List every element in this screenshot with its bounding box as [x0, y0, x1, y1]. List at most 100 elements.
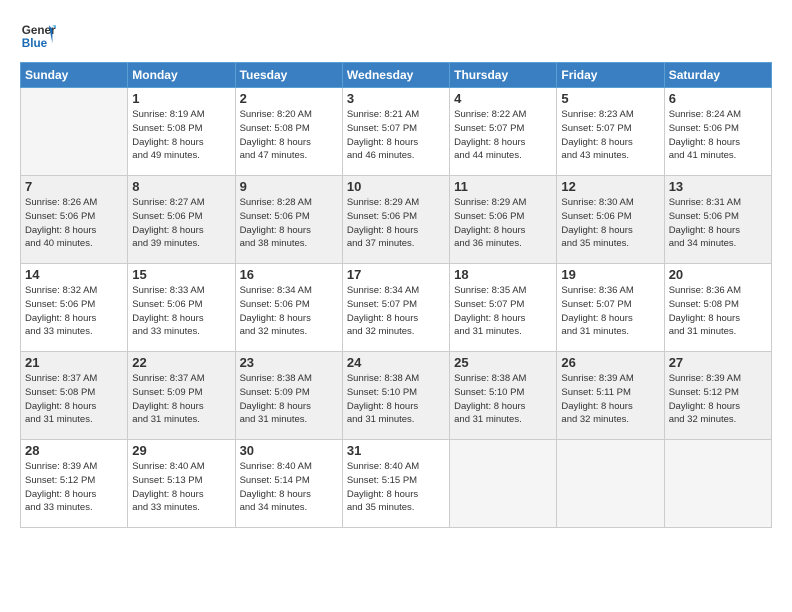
- day-info: Sunrise: 8:39 AM Sunset: 5:12 PM Dayligh…: [669, 372, 767, 427]
- day-number: 1: [132, 91, 230, 106]
- calendar-cell: 2 Sunrise: 8:20 AM Sunset: 5:08 PM Daylig…: [235, 88, 342, 176]
- day-info: Sunrise: 8:28 AM Sunset: 5:06 PM Dayligh…: [240, 196, 338, 251]
- calendar-cell: 5 Sunrise: 8:23 AM Sunset: 5:07 PM Daylig…: [557, 88, 664, 176]
- day-number: 27: [669, 355, 767, 370]
- day-number: 8: [132, 179, 230, 194]
- weekday-header-row: SundayMondayTuesdayWednesdayThursdayFrid…: [21, 63, 772, 88]
- day-number: 23: [240, 355, 338, 370]
- calendar-cell: [664, 440, 771, 528]
- calendar-cell: 24Sunrise: 8:38 AM Sunset: 5:10 PM Dayli…: [342, 352, 449, 440]
- calendar-cell: 12Sunrise: 8:30 AM Sunset: 5:06 PM Dayli…: [557, 176, 664, 264]
- day-number: 28: [25, 443, 123, 458]
- day-number: 5: [561, 91, 659, 106]
- day-number: 20: [669, 267, 767, 282]
- day-info: Sunrise: 8:36 AM Sunset: 5:08 PM Dayligh…: [669, 284, 767, 339]
- day-info: Sunrise: 8:32 AM Sunset: 5:06 PM Dayligh…: [25, 284, 123, 339]
- logo: General Blue: [20, 18, 56, 54]
- day-number: 16: [240, 267, 338, 282]
- day-number: 30: [240, 443, 338, 458]
- weekday-header: Sunday: [21, 63, 128, 88]
- calendar-cell: 28Sunrise: 8:39 AM Sunset: 5:12 PM Dayli…: [21, 440, 128, 528]
- calendar-cell: 9 Sunrise: 8:28 AM Sunset: 5:06 PM Daylig…: [235, 176, 342, 264]
- day-number: 25: [454, 355, 552, 370]
- day-info: Sunrise: 8:40 AM Sunset: 5:14 PM Dayligh…: [240, 460, 338, 515]
- day-info: Sunrise: 8:33 AM Sunset: 5:06 PM Dayligh…: [132, 284, 230, 339]
- day-info: Sunrise: 8:37 AM Sunset: 5:09 PM Dayligh…: [132, 372, 230, 427]
- calendar-cell: 25 Sunrise: 8:38 AM Sunset: 5:10 PM Dayli…: [450, 352, 557, 440]
- calendar-cell: 10 Sunrise: 8:29 AM Sunset: 5:06 PM Dayli…: [342, 176, 449, 264]
- calendar-cell: 14Sunrise: 8:32 AM Sunset: 5:06 PM Dayli…: [21, 264, 128, 352]
- day-number: 22: [132, 355, 230, 370]
- day-number: 11: [454, 179, 552, 194]
- day-number: 17: [347, 267, 445, 282]
- calendar-cell: 1 Sunrise: 8:19 AM Sunset: 5:08 PM Daylig…: [128, 88, 235, 176]
- calendar-cell: [450, 440, 557, 528]
- day-number: 2: [240, 91, 338, 106]
- day-info: Sunrise: 8:39 AM Sunset: 5:11 PM Dayligh…: [561, 372, 659, 427]
- day-info: Sunrise: 8:40 AM Sunset: 5:15 PM Dayligh…: [347, 460, 445, 515]
- day-info: Sunrise: 8:19 AM Sunset: 5:08 PM Dayligh…: [132, 108, 230, 163]
- day-info: Sunrise: 8:20 AM Sunset: 5:08 PM Dayligh…: [240, 108, 338, 163]
- calendar-cell: 13 Sunrise: 8:31 AM Sunset: 5:06 PM Dayli…: [664, 176, 771, 264]
- day-info: Sunrise: 8:35 AM Sunset: 5:07 PM Dayligh…: [454, 284, 552, 339]
- calendar-cell: 11Sunrise: 8:29 AM Sunset: 5:06 PM Dayli…: [450, 176, 557, 264]
- weekday-header: Friday: [557, 63, 664, 88]
- calendar-week-row: 28Sunrise: 8:39 AM Sunset: 5:12 PM Dayli…: [21, 440, 772, 528]
- day-info: Sunrise: 8:34 AM Sunset: 5:07 PM Dayligh…: [347, 284, 445, 339]
- calendar-cell: [21, 88, 128, 176]
- calendar-cell: 3 Sunrise: 8:21 AM Sunset: 5:07 PM Daylig…: [342, 88, 449, 176]
- day-number: 3: [347, 91, 445, 106]
- day-info: Sunrise: 8:31 AM Sunset: 5:06 PM Dayligh…: [669, 196, 767, 251]
- day-number: 6: [669, 91, 767, 106]
- day-number: 29: [132, 443, 230, 458]
- day-info: Sunrise: 8:27 AM Sunset: 5:06 PM Dayligh…: [132, 196, 230, 251]
- calendar-cell: 27 Sunrise: 8:39 AM Sunset: 5:12 PM Dayli…: [664, 352, 771, 440]
- day-info: Sunrise: 8:29 AM Sunset: 5:06 PM Dayligh…: [347, 196, 445, 251]
- day-info: Sunrise: 8:26 AM Sunset: 5:06 PM Dayligh…: [25, 196, 123, 251]
- calendar-cell: 26 Sunrise: 8:39 AM Sunset: 5:11 PM Dayli…: [557, 352, 664, 440]
- day-info: Sunrise: 8:21 AM Sunset: 5:07 PM Dayligh…: [347, 108, 445, 163]
- calendar-cell: 31 Sunrise: 8:40 AM Sunset: 5:15 PM Dayli…: [342, 440, 449, 528]
- calendar-cell: 16 Sunrise: 8:34 AM Sunset: 5:06 PM Dayli…: [235, 264, 342, 352]
- day-number: 21: [25, 355, 123, 370]
- logo-icon: General Blue: [20, 18, 56, 54]
- calendar-cell: 22 Sunrise: 8:37 AM Sunset: 5:09 PM Dayli…: [128, 352, 235, 440]
- calendar-week-row: 21Sunrise: 8:37 AM Sunset: 5:08 PM Dayli…: [21, 352, 772, 440]
- weekday-header: Monday: [128, 63, 235, 88]
- weekday-header: Thursday: [450, 63, 557, 88]
- day-info: Sunrise: 8:38 AM Sunset: 5:10 PM Dayligh…: [454, 372, 552, 427]
- day-number: 24: [347, 355, 445, 370]
- calendar-cell: 15 Sunrise: 8:33 AM Sunset: 5:06 PM Dayli…: [128, 264, 235, 352]
- svg-text:Blue: Blue: [22, 37, 48, 50]
- calendar-cell: 4Sunrise: 8:22 AM Sunset: 5:07 PM Daylig…: [450, 88, 557, 176]
- calendar: SundayMondayTuesdayWednesdayThursdayFrid…: [20, 62, 772, 528]
- day-number: 9: [240, 179, 338, 194]
- day-number: 26: [561, 355, 659, 370]
- weekday-header: Wednesday: [342, 63, 449, 88]
- day-number: 13: [669, 179, 767, 194]
- calendar-cell: 17 Sunrise: 8:34 AM Sunset: 5:07 PM Dayli…: [342, 264, 449, 352]
- calendar-cell: 18Sunrise: 8:35 AM Sunset: 5:07 PM Dayli…: [450, 264, 557, 352]
- calendar-cell: 20 Sunrise: 8:36 AM Sunset: 5:08 PM Dayli…: [664, 264, 771, 352]
- day-number: 31: [347, 443, 445, 458]
- calendar-week-row: 1 Sunrise: 8:19 AM Sunset: 5:08 PM Daylig…: [21, 88, 772, 176]
- calendar-cell: 19 Sunrise: 8:36 AM Sunset: 5:07 PM Dayli…: [557, 264, 664, 352]
- calendar-cell: 6 Sunrise: 8:24 AM Sunset: 5:06 PM Daylig…: [664, 88, 771, 176]
- day-number: 12: [561, 179, 659, 194]
- calendar-cell: 23Sunrise: 8:38 AM Sunset: 5:09 PM Dayli…: [235, 352, 342, 440]
- calendar-cell: 29 Sunrise: 8:40 AM Sunset: 5:13 PM Dayli…: [128, 440, 235, 528]
- day-info: Sunrise: 8:40 AM Sunset: 5:13 PM Dayligh…: [132, 460, 230, 515]
- day-info: Sunrise: 8:36 AM Sunset: 5:07 PM Dayligh…: [561, 284, 659, 339]
- calendar-cell: [557, 440, 664, 528]
- calendar-week-row: 14Sunrise: 8:32 AM Sunset: 5:06 PM Dayli…: [21, 264, 772, 352]
- day-info: Sunrise: 8:34 AM Sunset: 5:06 PM Dayligh…: [240, 284, 338, 339]
- day-number: 19: [561, 267, 659, 282]
- day-number: 10: [347, 179, 445, 194]
- day-info: Sunrise: 8:24 AM Sunset: 5:06 PM Dayligh…: [669, 108, 767, 163]
- day-info: Sunrise: 8:22 AM Sunset: 5:07 PM Dayligh…: [454, 108, 552, 163]
- calendar-cell: 7Sunrise: 8:26 AM Sunset: 5:06 PM Daylig…: [21, 176, 128, 264]
- calendar-cell: 8 Sunrise: 8:27 AM Sunset: 5:06 PM Daylig…: [128, 176, 235, 264]
- day-number: 15: [132, 267, 230, 282]
- day-info: Sunrise: 8:23 AM Sunset: 5:07 PM Dayligh…: [561, 108, 659, 163]
- header: General Blue: [20, 18, 772, 54]
